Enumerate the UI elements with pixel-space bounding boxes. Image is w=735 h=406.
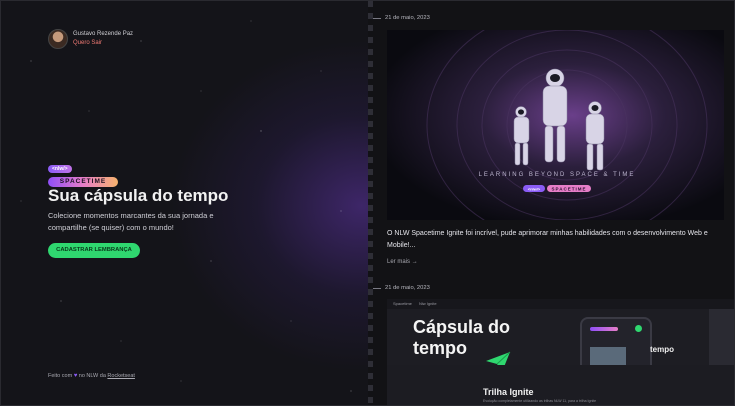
user-profile: Gustavo Rezende Paz Quero Sair xyxy=(48,29,133,49)
cover-headline: Cápsula do tempo xyxy=(413,317,511,358)
page-subtitle: Colecione momentos marcantes da sua jorn… xyxy=(48,211,214,232)
nlw-spacetime-logo: <nlw/> SPACETIME xyxy=(48,157,118,187)
date-dash xyxy=(373,287,381,289)
memory-cover-image[interactable]: Spacetime Nlw Ignite Cápsula do tempo te… xyxy=(387,299,734,405)
heart-icon: ♥ xyxy=(73,373,78,379)
date-dash xyxy=(373,17,381,19)
page-title: Sua cápsula do tempo xyxy=(48,186,229,205)
read-more-link[interactable]: Ler mais → xyxy=(387,259,418,265)
cover-phone-title: tempo xyxy=(650,345,674,354)
footer-prefix: Feito com xyxy=(48,373,73,379)
arrow-right-icon: → xyxy=(411,259,418,265)
memory-excerpt: O NLW Spacetime Ignite foi incrível, pud… xyxy=(387,230,708,249)
user-name: Gustavo Rezende Paz xyxy=(73,31,134,37)
logout-link[interactable]: Quero Sair xyxy=(73,39,133,48)
add-memory-button[interactable]: CADASTRAR LEMBRANÇA xyxy=(48,243,140,258)
read-more-label: Ler mais xyxy=(387,259,411,265)
nlw-badge: <nlw/> xyxy=(48,165,72,173)
memory-date: 21 de maio, 2023 xyxy=(373,15,430,21)
memory-date-text: 21 de maio, 2023 xyxy=(385,285,430,291)
footer: Feito com ♥ no NLW da Rocketseat xyxy=(48,373,135,379)
phone-button xyxy=(635,325,642,332)
memories-feed[interactable]: 21 de maio, 2023 LEARNING BEYOND SPACE &… xyxy=(373,1,734,405)
cover-tab: Nlw Ignite xyxy=(419,301,437,306)
memory-date-text: 21 de maio, 2023 xyxy=(385,15,430,21)
memory-date: 21 de maio, 2023 xyxy=(373,285,430,291)
cover-caption: Evolução completamente utilizando as tri… xyxy=(483,399,597,403)
cover-wordmark: SPACETIME xyxy=(552,187,587,192)
rocketseat-link[interactable]: Rocketseat xyxy=(107,373,135,379)
astronauts-illustration: LEARNING BEYOND SPACE & TIME <nlw/> SPAC… xyxy=(387,30,724,220)
phone-logo xyxy=(590,327,618,331)
cover-side-panel xyxy=(709,309,734,365)
app-window: Gustavo Rezende Paz Quero Sair <nlw/> SP… xyxy=(0,0,735,406)
cover-tab: Spacetime xyxy=(393,301,412,306)
footer-middle: no NLW da xyxy=(78,373,106,379)
left-panel: Gustavo Rezende Paz Quero Sair <nlw/> SP… xyxy=(1,1,368,405)
cover-section-title: Trilha Ignite xyxy=(483,387,534,397)
memory-cover-image[interactable]: LEARNING BEYOND SPACE & TIME <nlw/> SPAC… xyxy=(387,30,724,220)
avatar xyxy=(48,29,68,49)
cover-badge: <nlw/> xyxy=(528,187,541,192)
cover-tagline: LEARNING BEYOND SPACE & TIME xyxy=(479,172,636,178)
